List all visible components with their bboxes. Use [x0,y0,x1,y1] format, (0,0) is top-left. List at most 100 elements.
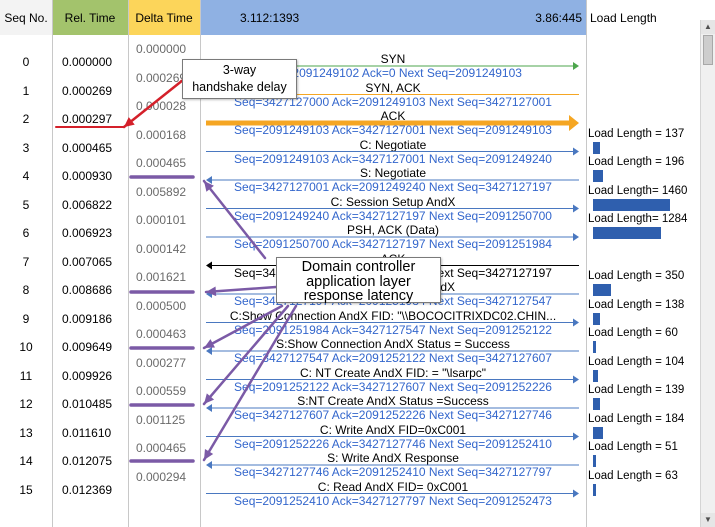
flow-label: S:NT Create AndX Status =Success [297,394,489,408]
load-length-bar [593,284,612,296]
delta-time-value: 0.000465 [136,156,187,170]
seq-number: 3 [22,140,30,155]
header-rel-time[interactable]: Rel. Time [52,0,128,35]
load-length-label: Load Length = 63 [588,469,678,482]
seq-number: 9 [22,311,30,326]
callout-dc-line3: response latency [303,288,414,304]
network-flow-window: Seq No. Rel. Time Delta Time 3.112:1393 … [0,0,715,527]
load-length-bar [593,198,670,211]
header-delta-time[interactable]: Delta Time [128,0,200,35]
load-length-label: Load Length = 139 [588,384,685,396]
seq-number: 4 [22,169,30,183]
rel-time-value: 0.009186 [62,311,113,326]
load-length-bar [593,426,603,439]
delta-time-value: 0.000559 [136,384,187,398]
scroll-thumb[interactable] [703,35,713,65]
seq-number: 12 [19,397,33,411]
flow-label: S: Write AndX Response [327,451,459,465]
load-length-bar [593,483,597,496]
rel-time-value: 0.012075 [62,454,113,468]
flow-label: C:Show Connection AndX FID: "\\BOCOCITRI… [229,308,557,323]
seq-number: 5 [22,197,30,212]
load-length-bar [593,141,601,154]
load-length-bar [593,341,597,353]
callout-dc-latency: Domain controller application layer resp… [276,257,441,303]
rel-time-value: 0.008686 [62,283,113,297]
header-rel-label: Rel. Time [64,10,116,25]
delta-time-value: 0.000168 [136,127,187,142]
header-load-label: Load Length [590,10,657,25]
load-length-bar [593,369,599,382]
delta-time-value: 0.000101 [136,213,187,227]
callout-handshake-delay: 3-way handshake delay [182,59,297,99]
flow-seq-info: Seq=2091249240 Ack=3427127197 Next Seq=2… [234,208,552,223]
flow-seq-info: Seq=2091250700 Ack=3427127197 Next Seq=2… [234,237,552,251]
scroll-down-icon[interactable]: ▼ [701,513,715,527]
seq-number: 14 [19,454,33,468]
rel-time-value: 0.000297 [62,112,113,126]
load-length-label: Load Length = 104 [588,355,685,368]
vertical-scrollbar[interactable]: ▲ ▼ [700,20,715,527]
rel-time-value: 0.000269 [62,83,113,98]
flow-label: S:Show Connection AndX Status = Success [276,337,510,351]
flow-label: ACK [380,109,406,123]
scroll-up-icon[interactable]: ▲ [701,20,715,34]
flow-seq-info: Seq=2091251984 Ack=3427127547 Next Seq=2… [234,322,552,337]
callout-dc-line2: application layer [306,273,411,290]
load-length-bar [593,312,601,325]
rel-time-value: 0.012369 [62,482,113,497]
header-seq-label: Seq No. [4,10,48,25]
header-load-length[interactable]: Load Length [586,0,700,35]
seq-number: 0 [22,55,30,69]
divider [52,0,53,527]
flow-seq-info: Seq=2091252410 Ack=3427127797 Next Seq=2… [234,493,552,508]
delta-time-value: 0.001621 [136,270,187,284]
flow-label: S: Negotiate [359,166,427,180]
callout-handshake-line1: 3-way [222,63,257,77]
rel-time-value: 0.009926 [62,368,113,383]
header-seq[interactable]: Seq No. [0,0,52,35]
seq-number: 7 [22,254,30,269]
flow-seq-info: Seq=3427127547 Ack=2091252122 Next Seq=3… [234,351,552,365]
delta-time-value: 0.000294 [136,469,187,484]
right-host-label: 3.86:445 [535,10,582,25]
flow-seq-info: Seq=3427127001 Ack=2091249240 Next Seq=3… [234,180,552,194]
flow-label: C: Negotiate [359,137,427,152]
flow-label: C: NT Create AndX FID: = "\lsarpc" [299,365,487,380]
rel-time-value: 0.011610 [62,425,112,440]
rel-time-value: 0.000000 [62,55,113,69]
load-length-label: Load Length = 184 [588,412,685,425]
load-length-label: Load Length= 1460 [588,184,688,197]
left-host-label: 3.112:1393 [240,10,300,25]
delta-time-value: 0.000269 [136,70,187,85]
seq-number: 15 [19,482,33,497]
flow-seq-info: Seq=2091249103 Ack=3427127001 Next Seq=2… [234,123,552,137]
flow-seq-info: Seq=3427127607 Ack=2091252226 Next Seq=3… [234,408,552,422]
load-length-label: Load Length = 51 [588,441,678,453]
callout-handshake-line2: handshake delay [192,80,287,94]
load-length-label: Load Length = 196 [588,156,685,168]
header-flow-hosts: 3.112:1393 3.86:445 [200,0,586,35]
delta-time-value: 0.000028 [136,99,187,113]
flow-seq-info: Seq=3427127746 Ack=2091252410 Next Seq=3… [234,465,552,479]
rel-time-value: 0.009649 [62,340,113,354]
flow-seq-info: Seq=2091252122 Ack=3427127607 Next Seq=2… [234,379,552,394]
divider [128,0,129,527]
load-length-label: Load Length = 138 [588,298,685,311]
seq-number: 11 [19,368,33,383]
load-length-label: Load Length = 350 [588,270,685,282]
load-length-bar [593,455,596,467]
load-length-label: Load Length= 1284 [588,213,688,225]
delta-time-value: 0.000463 [136,327,187,341]
flow-label: PSH, ACK (Data) [346,223,440,237]
header-delta-label: Delta Time [135,10,193,25]
seq-number: 6 [22,226,30,240]
seq-number: 10 [19,340,33,354]
divider [586,0,587,527]
callout-dc-line1: Domain controller [301,259,416,275]
rel-time-value: 0.007065 [62,254,113,269]
load-length-label: Load Length = 137 [588,127,685,140]
load-length-bar [593,398,601,410]
flow-label: C: Read AndX FID= 0xC001 [317,479,469,494]
delta-time-value: 0.000465 [136,441,187,455]
